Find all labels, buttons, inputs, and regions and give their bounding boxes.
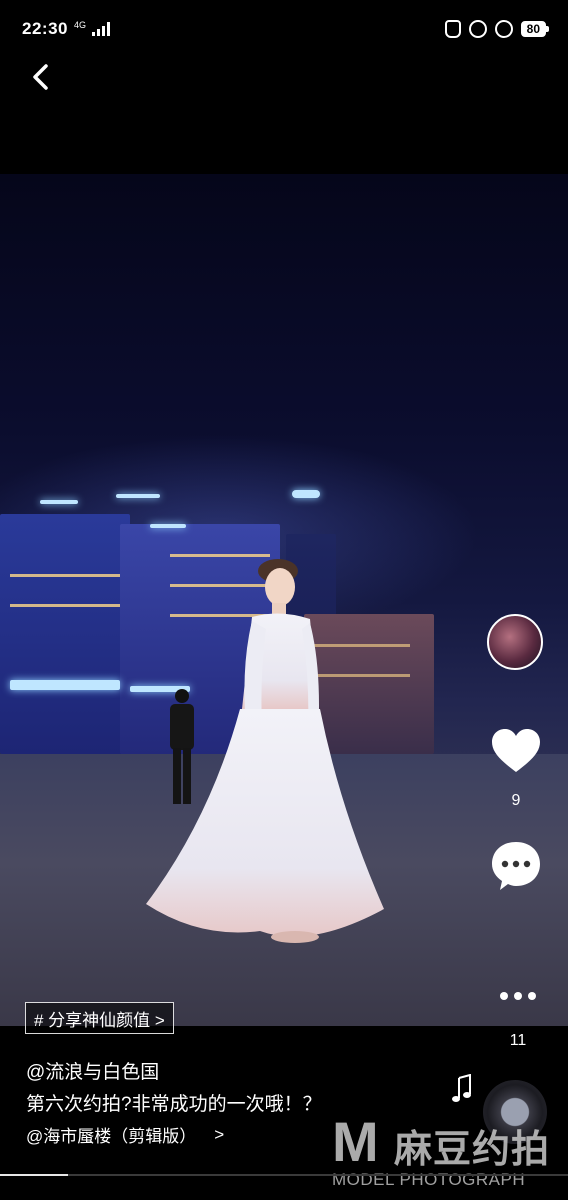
author-avatar[interactable] <box>487 614 543 670</box>
like-button[interactable] <box>490 728 542 776</box>
music-note-icon <box>452 1074 471 1102</box>
watermark: M 麻豆约拍 MODEL PHOTOGRAPH <box>330 1112 568 1200</box>
status-left: 22:30 4G <box>22 19 110 39</box>
signal-icon <box>92 22 110 36</box>
back-button[interactable] <box>26 60 56 94</box>
neon-light <box>10 680 120 690</box>
dot-icon <box>514 992 522 1000</box>
window-lights <box>170 554 270 557</box>
alarm-icon <box>494 20 513 38</box>
like-count: 9 <box>511 792 521 809</box>
neon-light <box>292 490 320 498</box>
music-title: @海市蜃楼（剪辑版） <box>26 1127 197 1146</box>
network-type: 4G <box>73 19 86 30</box>
watermark-brand: 麻豆约拍 <box>394 1129 551 1171</box>
status-time: 22:30 <box>22 19 68 38</box>
vibrate-icon <box>444 20 461 38</box>
neon-light <box>150 524 186 528</box>
more-options-button[interactable] <box>496 984 540 1008</box>
topic-tag[interactable]: # 分享神仙颜值 > <box>25 1002 174 1034</box>
playback-progress[interactable] <box>0 1174 568 1176</box>
post-photo[interactable] <box>0 174 568 1026</box>
comment-button[interactable] <box>490 840 542 892</box>
status-right: 80 <box>444 20 550 38</box>
battery-indicator: 80 <box>520 21 550 37</box>
neon-light <box>116 494 160 498</box>
comment-bubble-icon <box>492 842 540 890</box>
status-bar: 22:30 4G 80 <box>0 0 568 58</box>
window-lights <box>10 574 120 577</box>
playback-progress-fill <box>0 1174 69 1176</box>
lock-rotation-icon <box>468 20 487 38</box>
comment-count: 11 <box>509 1032 527 1049</box>
chevron-left-icon <box>33 64 48 90</box>
neon-light <box>40 500 78 504</box>
dot-icon <box>528 992 536 1000</box>
dot-icon <box>500 992 508 1000</box>
building-left <box>0 514 130 754</box>
chevron-right-icon: > <box>214 1124 225 1144</box>
window-lights <box>10 604 120 607</box>
heart-icon <box>492 729 540 772</box>
music-link[interactable]: @海市蜃楼（剪辑版） > <box>26 1122 224 1147</box>
watermark-logo: M <box>332 1110 379 1173</box>
model-figure <box>146 559 384 943</box>
watermark-tagline: MODEL PHOTOGRAPH <box>332 1170 526 1189</box>
post-author[interactable]: @流浪与白色国 <box>26 1057 159 1084</box>
post-caption: 第六次约拍?非常成功的一次哦！？ <box>26 1094 322 1115</box>
